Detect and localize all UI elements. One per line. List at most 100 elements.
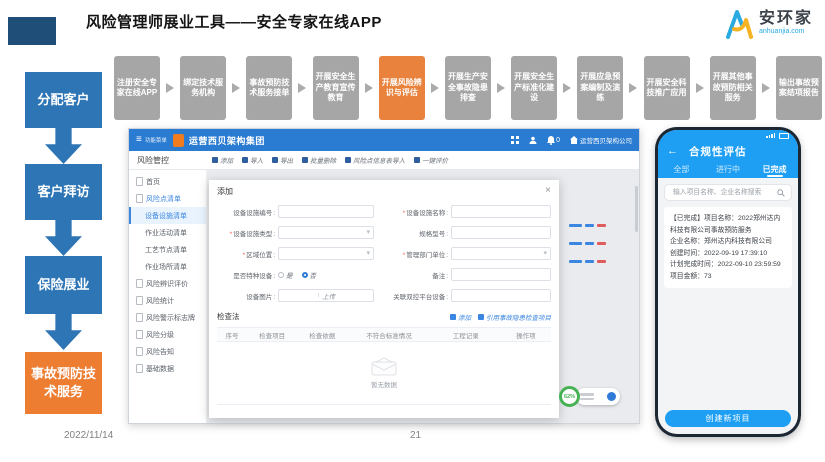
radio-selected-icon [302, 272, 308, 278]
linked-device-input[interactable] [451, 289, 551, 302]
project-list-item[interactable]: 【已完成】项目名称：2022郑州达内科技有限公司事故预防服务 企业名称：郑州达内… [664, 207, 792, 288]
export-button-label: 导出 [280, 155, 293, 165]
remark-input[interactable] [451, 268, 551, 281]
device-name-input[interactable] [451, 205, 551, 218]
app-sidebar: 首页 风险点清单 设备设施清单 作业活动清单 工艺节点清单 作业场所清单 风险辨… [129, 170, 207, 423]
field-label-area-location: 区域位置 [217, 249, 275, 259]
check-add-link[interactable]: 添加 [450, 312, 471, 322]
arrow-right-icon [431, 83, 439, 93]
tab-in-progress[interactable]: 进行中 [705, 161, 752, 178]
back-arrow-icon[interactable]: ← [667, 146, 678, 157]
document-icon [136, 364, 143, 373]
tab-all[interactable]: 全部 [658, 161, 705, 178]
field-label-device-code: 设备设施编号 [217, 207, 275, 217]
flow-step-education: 开展安全生产教育宣传教育 [313, 56, 359, 120]
project-deadline: 计划完成时间：2022-09-10 23:59:59 [670, 259, 786, 271]
check-table-header: 序号 检查项目 检查依据 不符合标准情况 工程记录 操作项 [217, 327, 551, 342]
sidebar-item-risk-point-list[interactable]: 风险点清单 [129, 190, 206, 207]
document-icon [136, 177, 143, 186]
import-icon [478, 314, 484, 320]
risk-table-import-label: 风险点信息表导入 [353, 155, 405, 165]
bell-icon[interactable]: 0 [547, 136, 560, 145]
check-import-link[interactable]: 引用事故隐患检查项目 [478, 312, 551, 322]
hamburger-menu-icon[interactable]: ≡ [136, 135, 142, 145]
tab-completed-active[interactable]: 已完成 [751, 161, 798, 178]
sidebar-item-risk-evaluation[interactable]: 风险辨识评价 [129, 275, 206, 292]
module-label: 风险管控 [137, 155, 203, 166]
image-upload-box[interactable]: ↑上传 [278, 289, 374, 302]
floating-widget[interactable]: 62% [559, 384, 623, 410]
add-button[interactable]: 添加 [212, 155, 233, 165]
desktop-app-screenshot: ≡ 功能菜单 运营西贝架构集团 0 运营西贝架构公司 风险管控 添加 导入 [128, 128, 640, 424]
anhuanjia-logo-icon [721, 7, 755, 39]
radio-no-selected[interactable]: 否 [302, 270, 317, 280]
field-label-linked-device: 关联双控平台设备 [378, 291, 448, 301]
slide: 风险管理师展业工具——安全专家在线APP 安环家 anhuanjia.com 注… [0, 0, 825, 462]
close-icon[interactable]: × [545, 186, 551, 196]
slide-page-number: 21 [410, 430, 421, 441]
home-icon [570, 136, 578, 144]
progress-ring: 62% [559, 386, 580, 407]
import-button[interactable]: 导入 [242, 155, 263, 165]
app-toolbar: 风险管控 添加 导入 导出 批量删除 风险点信息表导入 一键评价 [129, 151, 639, 170]
arrow-right-icon [232, 83, 240, 93]
radio-yes[interactable]: 是 [278, 270, 293, 280]
one-click-evaluate-button[interactable]: 一键评价 [414, 155, 448, 165]
brand-domain: anhuanjia.com [759, 28, 813, 36]
status-bar [658, 130, 798, 141]
flow-step-other-services: 开展其他事故预防相关服务 [710, 56, 756, 120]
create-project-button[interactable]: 创建新项目 [665, 410, 791, 427]
sidebar-item-risk-notice[interactable]: 风险告知 [129, 343, 206, 360]
document-icon [136, 279, 143, 288]
project-company: 企业名称：郑州达内科技有限公司 [670, 236, 786, 248]
app-logo-icon [173, 134, 184, 147]
table-row [569, 260, 606, 263]
add-button-label: 添加 [220, 155, 233, 165]
arrow-right-icon [166, 83, 174, 93]
spec-model-input[interactable] [451, 226, 551, 239]
batch-delete-button[interactable]: 批量删除 [302, 155, 336, 165]
user-icon[interactable] [529, 136, 537, 144]
manage-dept-select[interactable] [451, 247, 551, 260]
sidebar-item-risk-statistics[interactable]: 风险统计 [129, 292, 206, 309]
flow-step-final-report: 输出事故预案结项报告 [776, 56, 822, 120]
sidebar-item-base-data[interactable]: 基础数据 [129, 360, 206, 377]
risk-table-import-button[interactable]: 风险点信息表导入 [345, 155, 405, 165]
company-switcher[interactable]: 运营西贝架构公司 [570, 135, 632, 145]
sidebar-item-risk-grading[interactable]: 风险分级 [129, 326, 206, 343]
sidebar-item-process-node-list[interactable]: 工艺节点清单 [129, 241, 206, 258]
radio-icon [278, 272, 284, 278]
import-button-label: 导入 [250, 155, 263, 165]
menu-label[interactable]: 功能菜单 [145, 136, 167, 144]
leftflow-step-accident-prevention: 事故预防技术服务 [25, 352, 102, 414]
vertical-scrollbar[interactable] [635, 186, 638, 232]
sidebar-item-home[interactable]: 首页 [129, 173, 206, 190]
sidebar-item-worksite-list[interactable]: 作业场所清单 [129, 258, 206, 275]
search-input[interactable] [671, 188, 774, 197]
sidebar-item-equipment-list[interactable]: 设备设施清单 [129, 207, 206, 224]
battery-icon [779, 133, 789, 139]
sidebar-item-risk-sign[interactable]: 风险警示标志牌 [129, 309, 206, 326]
search-box[interactable] [664, 184, 792, 201]
sidebar-item-activity-list[interactable]: 作业活动清单 [129, 224, 206, 241]
flow-step-standardization: 开展安全生产标准化建设 [511, 56, 557, 120]
grid-icon[interactable] [511, 136, 519, 144]
export-button[interactable]: 导出 [272, 155, 293, 165]
device-code-input[interactable] [278, 205, 374, 218]
export-icon [272, 157, 278, 163]
mobile-page-title: 合规性评估 [689, 144, 747, 159]
flow-step-hazard-check: 开展生产安全事故隐患排查 [445, 56, 491, 120]
project-title: 【已完成】项目名称：2022郑州达内科技有限公司事故预防服务 [670, 213, 786, 236]
device-type-select[interactable] [278, 226, 374, 239]
app-main-area: 添加 × 设备设施编号 设备设施名称 设备设施类型 规格型号 [207, 170, 639, 423]
area-location-select[interactable] [278, 247, 374, 260]
check-section-title: 检查法 [217, 311, 240, 322]
flow-step-risk-assessment-highlighted: 开展风险辨识与评估 [379, 56, 425, 120]
mobile-app-screenshot: ← 合规性评估 全部 进行中 已完成 【已完成】项目名称：2022郑州达内科技有… [655, 127, 801, 437]
trash-icon [302, 157, 308, 163]
arrow-right-icon [762, 83, 770, 93]
arrow-right-icon [629, 83, 637, 93]
table-import-icon [345, 157, 351, 163]
document-icon [136, 194, 143, 203]
arrow-right-icon [563, 83, 571, 93]
